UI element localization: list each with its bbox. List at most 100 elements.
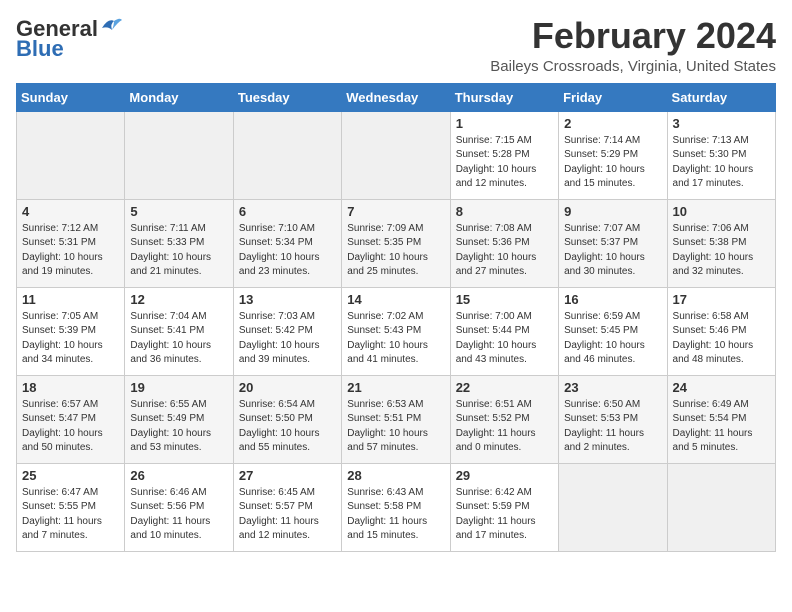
calendar-cell: 27 Sunrise: 6:45 AMSunset: 5:57 PMDayligh… bbox=[233, 463, 341, 551]
day-number: 8 bbox=[456, 204, 553, 219]
logo-blue-text: Blue bbox=[16, 36, 64, 62]
calendar-cell: 22Sunrise: 6:51 AMSunset: 5:52 PMDayligh… bbox=[450, 375, 558, 463]
day-number: 17 bbox=[673, 292, 770, 307]
calendar-cell: 12 Sunrise: 7:04 AMSunset: 5:41 PMDayligh… bbox=[125, 287, 233, 375]
calendar-cell bbox=[667, 463, 775, 551]
day-info: Sunrise: 6:51 AMSunset: 5:52 PMDaylight:… bbox=[456, 398, 553, 456]
calendar-cell: 19 Sunrise: 6:55 AMSunset: 5:49 PMDayligh… bbox=[125, 375, 233, 463]
day-info: Sunrise: 6:43 AMSunset: 5:58 PMDaylight:… bbox=[347, 486, 444, 544]
day-number: 20 bbox=[239, 380, 336, 395]
calendar-cell: 16 Sunrise: 6:59 AMSunset: 5:45 PMDayligh… bbox=[559, 287, 667, 375]
day-number: 3 bbox=[673, 116, 770, 131]
day-info: Sunrise: 7:04 AMSunset: 5:41 PMDaylight:… bbox=[130, 310, 227, 368]
day-info: Sunrise: 7:03 AMSunset: 5:42 PMDaylight:… bbox=[239, 310, 336, 368]
logo-bird-icon bbox=[100, 16, 122, 34]
week-row-3: 11 Sunrise: 7:05 AMSunset: 5:39 PMDayligh… bbox=[17, 287, 776, 375]
day-number: 28 bbox=[347, 468, 444, 483]
day-number: 10 bbox=[673, 204, 770, 219]
day-info: Sunrise: 7:15 AMSunset: 5:28 PMDaylight:… bbox=[456, 134, 553, 192]
day-info: Sunrise: 7:09 AMSunset: 5:35 PMDaylight:… bbox=[347, 222, 444, 280]
day-number: 7 bbox=[347, 204, 444, 219]
calendar-cell: 20 Sunrise: 6:54 AMSunset: 5:50 PMDayligh… bbox=[233, 375, 341, 463]
calendar-cell: 5 Sunrise: 7:11 AMSunset: 5:33 PMDaylight… bbox=[125, 199, 233, 287]
day-info: Sunrise: 6:49 AMSunset: 5:54 PMDaylight:… bbox=[673, 398, 770, 456]
calendar-cell: 28 Sunrise: 6:43 AMSunset: 5:58 PMDayligh… bbox=[342, 463, 450, 551]
day-info: Sunrise: 6:53 AMSunset: 5:51 PMDaylight:… bbox=[347, 398, 444, 456]
day-info: Sunrise: 6:54 AMSunset: 5:50 PMDaylight:… bbox=[239, 398, 336, 456]
calendar-cell: 3 Sunrise: 7:13 AMSunset: 5:30 PMDaylight… bbox=[667, 111, 775, 199]
week-row-4: 18Sunrise: 6:57 AMSunset: 5:47 PMDayligh… bbox=[17, 375, 776, 463]
day-number: 25 bbox=[22, 468, 119, 483]
day-number: 16 bbox=[564, 292, 661, 307]
calendar-cell: 13 Sunrise: 7:03 AMSunset: 5:42 PMDayligh… bbox=[233, 287, 341, 375]
day-info: Sunrise: 6:59 AMSunset: 5:45 PMDaylight:… bbox=[564, 310, 661, 368]
day-number: 15 bbox=[456, 292, 553, 307]
day-number: 9 bbox=[564, 204, 661, 219]
calendar-cell: 2 Sunrise: 7:14 AMSunset: 5:29 PMDaylight… bbox=[559, 111, 667, 199]
calendar-cell: 24 Sunrise: 6:49 AMSunset: 5:54 PMDayligh… bbox=[667, 375, 775, 463]
weekday-header-saturday: Saturday bbox=[667, 83, 775, 111]
weekday-header-tuesday: Tuesday bbox=[233, 83, 341, 111]
calendar-cell: 29Sunrise: 6:42 AMSunset: 5:59 PMDayligh… bbox=[450, 463, 558, 551]
day-info: Sunrise: 7:00 AMSunset: 5:44 PMDaylight:… bbox=[456, 310, 553, 368]
calendar-cell: 15 Sunrise: 7:00 AMSunset: 5:44 PMDayligh… bbox=[450, 287, 558, 375]
day-info: Sunrise: 6:55 AMSunset: 5:49 PMDaylight:… bbox=[130, 398, 227, 456]
logo: General Blue bbox=[16, 16, 122, 62]
calendar-cell: 18Sunrise: 6:57 AMSunset: 5:47 PMDayligh… bbox=[17, 375, 125, 463]
calendar-table: SundayMondayTuesdayWednesdayThursdayFrid… bbox=[16, 83, 776, 552]
day-number: 4 bbox=[22, 204, 119, 219]
day-number: 1 bbox=[456, 116, 553, 131]
calendar-cell bbox=[17, 111, 125, 199]
day-number: 19 bbox=[130, 380, 227, 395]
day-info: Sunrise: 6:58 AMSunset: 5:46 PMDaylight:… bbox=[673, 310, 770, 368]
month-year-title: February 2024 bbox=[490, 16, 776, 56]
day-info: Sunrise: 7:12 AMSunset: 5:31 PMDaylight:… bbox=[22, 222, 119, 280]
day-number: 27 bbox=[239, 468, 336, 483]
day-info: Sunrise: 7:02 AMSunset: 5:43 PMDaylight:… bbox=[347, 310, 444, 368]
day-number: 2 bbox=[564, 116, 661, 131]
day-number: 18 bbox=[22, 380, 119, 395]
day-info: Sunrise: 7:13 AMSunset: 5:30 PMDaylight:… bbox=[673, 134, 770, 192]
day-info: Sunrise: 6:45 AMSunset: 5:57 PMDaylight:… bbox=[239, 486, 336, 544]
week-row-1: 1 Sunrise: 7:15 AMSunset: 5:28 PMDaylight… bbox=[17, 111, 776, 199]
calendar-cell: 21 Sunrise: 6:53 AMSunset: 5:51 PMDayligh… bbox=[342, 375, 450, 463]
weekday-header-monday: Monday bbox=[125, 83, 233, 111]
day-number: 11 bbox=[22, 292, 119, 307]
day-info: Sunrise: 6:42 AMSunset: 5:59 PMDaylight:… bbox=[456, 486, 553, 544]
day-info: Sunrise: 6:50 AMSunset: 5:53 PMDaylight:… bbox=[564, 398, 661, 456]
calendar-cell: 17 Sunrise: 6:58 AMSunset: 5:46 PMDayligh… bbox=[667, 287, 775, 375]
day-info: Sunrise: 7:14 AMSunset: 5:29 PMDaylight:… bbox=[564, 134, 661, 192]
calendar-cell: 8 Sunrise: 7:08 AMSunset: 5:36 PMDaylight… bbox=[450, 199, 558, 287]
calendar-cell: 23 Sunrise: 6:50 AMSunset: 5:53 PMDayligh… bbox=[559, 375, 667, 463]
day-number: 13 bbox=[239, 292, 336, 307]
calendar-cell: 4 Sunrise: 7:12 AMSunset: 5:31 PMDaylight… bbox=[17, 199, 125, 287]
day-info: Sunrise: 6:46 AMSunset: 5:56 PMDaylight:… bbox=[130, 486, 227, 544]
day-number: 21 bbox=[347, 380, 444, 395]
day-number: 23 bbox=[564, 380, 661, 395]
day-info: Sunrise: 7:05 AMSunset: 5:39 PMDaylight:… bbox=[22, 310, 119, 368]
calendar-cell: 14Sunrise: 7:02 AMSunset: 5:43 PMDayligh… bbox=[342, 287, 450, 375]
calendar-cell: 6 Sunrise: 7:10 AMSunset: 5:34 PMDaylight… bbox=[233, 199, 341, 287]
day-info: Sunrise: 7:07 AMSunset: 5:37 PMDaylight:… bbox=[564, 222, 661, 280]
day-number: 6 bbox=[239, 204, 336, 219]
weekday-header-thursday: Thursday bbox=[450, 83, 558, 111]
day-info: Sunrise: 7:08 AMSunset: 5:36 PMDaylight:… bbox=[456, 222, 553, 280]
day-number: 24 bbox=[673, 380, 770, 395]
day-number: 12 bbox=[130, 292, 227, 307]
day-info: Sunrise: 7:10 AMSunset: 5:34 PMDaylight:… bbox=[239, 222, 336, 280]
day-info: Sunrise: 7:06 AMSunset: 5:38 PMDaylight:… bbox=[673, 222, 770, 280]
day-number: 5 bbox=[130, 204, 227, 219]
week-row-5: 25 Sunrise: 6:47 AMSunset: 5:55 PMDayligh… bbox=[17, 463, 776, 551]
calendar-cell: 1 Sunrise: 7:15 AMSunset: 5:28 PMDaylight… bbox=[450, 111, 558, 199]
calendar-cell: 11 Sunrise: 7:05 AMSunset: 5:39 PMDayligh… bbox=[17, 287, 125, 375]
day-info: Sunrise: 6:47 AMSunset: 5:55 PMDaylight:… bbox=[22, 486, 119, 544]
weekday-header-sunday: Sunday bbox=[17, 83, 125, 111]
day-info: Sunrise: 7:11 AMSunset: 5:33 PMDaylight:… bbox=[130, 222, 227, 280]
title-section: February 2024 Baileys Crossroads, Virgin… bbox=[490, 16, 776, 75]
calendar-cell bbox=[342, 111, 450, 199]
calendar-cell: 9 Sunrise: 7:07 AMSunset: 5:37 PMDaylight… bbox=[559, 199, 667, 287]
weekday-header-wednesday: Wednesday bbox=[342, 83, 450, 111]
location-subtitle: Baileys Crossroads, Virginia, United Sta… bbox=[490, 58, 776, 75]
calendar-cell bbox=[125, 111, 233, 199]
calendar-cell: 25 Sunrise: 6:47 AMSunset: 5:55 PMDayligh… bbox=[17, 463, 125, 551]
